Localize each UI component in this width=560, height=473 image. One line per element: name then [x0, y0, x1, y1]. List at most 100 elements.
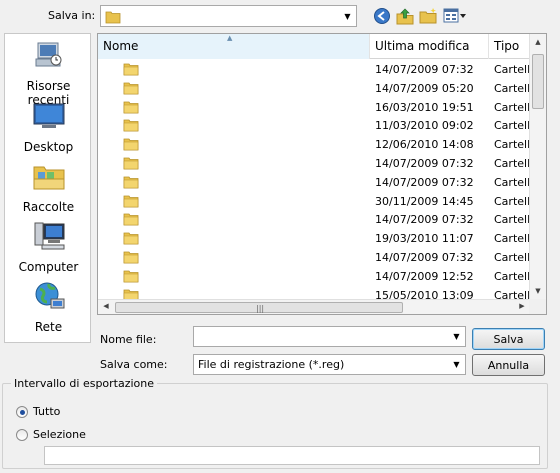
column-modified[interactable]: Ultima modifica	[370, 34, 489, 59]
folder-icon	[123, 213, 139, 226]
row-type: Cartella	[494, 156, 530, 170]
scroll-corner	[529, 299, 546, 314]
scroll-down-icon[interactable]: ▼	[530, 283, 546, 300]
folder-icon	[123, 195, 139, 207]
row-modified: 14/07/2009 07:32	[375, 175, 474, 189]
table-row[interactable]: 12/06/2010 14:08 Cartella	[98, 135, 530, 154]
row-modified: 14/07/2009 07:32	[375, 156, 474, 170]
table-row[interactable]: 14/07/2009 07:32 Cartella	[98, 60, 530, 79]
export-range-group: Intervallo di esportazione Tutto Selezio…	[2, 377, 548, 469]
view-menu-icon[interactable]	[443, 7, 467, 25]
folder-icon	[123, 119, 139, 132]
row-type: Cartella	[494, 175, 530, 189]
place-libraries[interactable]: Raccolte	[5, 161, 92, 214]
row-type: Cartella	[494, 269, 530, 283]
column-name[interactable]: Nome ▲	[98, 34, 370, 59]
row-modified: 30/11/2009 14:45	[375, 194, 474, 208]
folder-icon	[123, 270, 139, 283]
folder-icon	[123, 63, 139, 76]
place-computer[interactable]: Computer	[5, 221, 92, 274]
save-button[interactable]: Salva	[472, 328, 545, 350]
all-radio[interactable]	[16, 406, 28, 418]
scroll-left-icon[interactable]: ◀	[98, 299, 114, 314]
place-label: Rete	[34, 320, 63, 334]
chevron-down-icon[interactable]: ▼	[448, 355, 465, 374]
table-row[interactable]: 14/07/2009 07:32 Cartella	[98, 173, 530, 192]
row-modified: 19/03/2010 11:07	[375, 232, 474, 246]
back-arrow-icon[interactable]	[373, 7, 391, 25]
row-type: Cartella	[494, 194, 530, 208]
computer-icon	[34, 222, 64, 250]
column-name-label: Nome	[103, 39, 139, 53]
folder-icon	[105, 11, 121, 24]
row-modified: 16/03/2010 19:51	[375, 100, 474, 114]
filename-combo[interactable]: ▼	[193, 326, 466, 347]
row-modified: 14/07/2009 12:52	[375, 269, 474, 283]
libraries-icon	[33, 166, 64, 190]
row-type: Cartella	[494, 63, 530, 76]
table-row[interactable]: 19/03/2010 11:07 Cartella	[98, 229, 530, 248]
selection-radio[interactable]	[16, 429, 28, 441]
row-modified: 12/06/2010 14:08	[375, 138, 474, 152]
scroll-right-icon[interactable]: ▶	[514, 299, 530, 314]
chevron-down-icon[interactable]: ▼	[339, 6, 356, 26]
row-modified: 14/07/2009 07:32	[375, 63, 474, 76]
folder-icon	[123, 157, 139, 170]
table-row[interactable]: 14/07/2009 07:32 Cartella	[98, 210, 530, 229]
folder-icon	[123, 251, 139, 264]
scroll-up-icon[interactable]: ▲	[530, 34, 546, 51]
row-modified: 11/03/2010 09:02	[375, 119, 474, 133]
places-bar: Risorse recenti Desktop Raccolte Compute…	[4, 33, 91, 343]
savetype-select[interactable]: File di registrazione (*.reg) ▼	[193, 354, 466, 375]
folder-icon	[123, 101, 139, 113]
column-type[interactable]: Tipo	[489, 34, 530, 59]
cancel-button[interactable]: Annulla	[472, 354, 545, 376]
row-type: Cartella	[494, 119, 530, 133]
sort-ascending-icon: ▲	[227, 34, 233, 42]
recent-places-icon	[35, 42, 61, 67]
network-icon	[35, 282, 64, 309]
selection-input[interactable]	[44, 446, 540, 465]
desktop-icon	[33, 103, 64, 128]
chevron-down-icon[interactable]: ▼	[448, 327, 465, 346]
table-row[interactable]: 30/11/2009 14:45 Cartella	[98, 192, 530, 211]
row-type: Cartella	[494, 232, 530, 246]
table-row[interactable]: 14/07/2009 07:32 Cartella	[98, 248, 530, 267]
file-list[interactable]: Nome ▲ Ultima modifica Tipo 14/07/2009 0…	[97, 33, 547, 315]
horizontal-scroll-thumb[interactable]: |||	[115, 302, 403, 313]
file-rows: 14/07/2009 07:32Cartella14/07/2009 05:20…	[98, 60, 530, 300]
row-modified: 14/07/2009 07:32	[375, 213, 474, 227]
table-row[interactable]: 11/03/2010 09:02 Cartella	[98, 116, 530, 135]
export-range-title: Intervallo di esportazione	[11, 377, 158, 390]
place-label: Desktop	[23, 140, 74, 154]
save-in-label: Salva in:	[48, 9, 96, 22]
folder-icon	[123, 232, 139, 245]
place-desktop[interactable]: Desktop	[5, 101, 92, 154]
row-modified: 14/07/2009 05:20	[375, 81, 474, 95]
place-network[interactable]: Rete	[5, 281, 92, 334]
folder-icon	[123, 176, 139, 189]
table-row[interactable]: 16/03/2010 19:51 Cartella	[98, 98, 530, 117]
table-row[interactable]: 14/07/2009 07:32 Cartella	[98, 154, 530, 173]
save-in-dropdown[interactable]: ▼	[100, 5, 357, 27]
savetype-label: Salva come:	[100, 358, 168, 371]
folder-icon	[123, 138, 139, 151]
row-modified: 14/07/2009 07:32	[375, 250, 474, 264]
table-row[interactable]: 15/05/2010 13:09Cartella	[98, 286, 530, 300]
place-recent[interactable]: Risorse recenti	[5, 40, 92, 107]
filename-label: Nome file:	[100, 333, 157, 346]
row-type: Cartella	[494, 138, 530, 152]
folder-icon	[123, 82, 139, 95]
row-type: Cartella	[494, 100, 530, 114]
all-label[interactable]: Tutto	[33, 405, 60, 418]
table-row[interactable]: 14/07/2009 05:20 Cartella	[98, 79, 530, 98]
row-type: Cartella	[494, 81, 530, 95]
row-type: Cartella	[494, 250, 530, 264]
new-folder-icon[interactable]	[419, 7, 437, 25]
horizontal-scrollbar[interactable]: ◀ ||| ▶	[98, 299, 530, 314]
vertical-scrollbar[interactable]: ▲ ▼	[529, 34, 546, 300]
up-folder-icon[interactable]	[396, 7, 414, 25]
table-row[interactable]: 14/07/2009 12:52 Cartella	[98, 267, 530, 286]
vertical-scroll-thumb[interactable]	[532, 54, 544, 109]
selection-label[interactable]: Selezione	[33, 428, 86, 441]
